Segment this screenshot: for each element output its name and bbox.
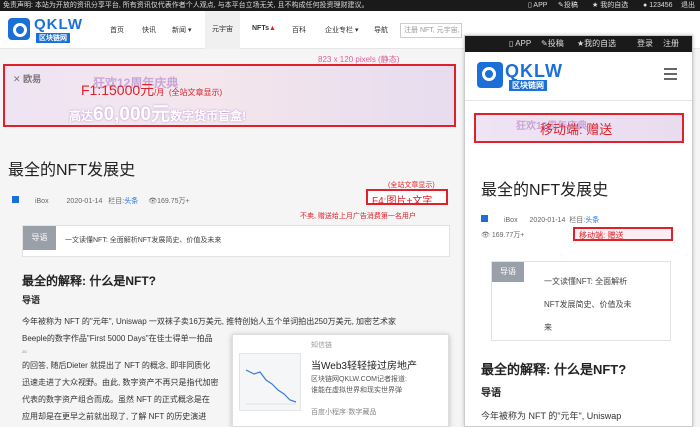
mobile-article-title: 最全的NFT发展史 xyxy=(481,182,609,199)
mobile-view-count: 👁 169.77万+ xyxy=(481,232,525,239)
top-disclaimer-bar: 免责声明: 本站为开放的资讯分享平台, 所有资讯仅代表作者个人观点, 与本平台立… xyxy=(0,0,700,11)
mobile-section-subtitle: 导语 xyxy=(481,388,501,399)
mobile-body-line: 今年被称为 NFT 的"元年", Uniswap xyxy=(481,411,622,421)
body-line-6: 应用却是在更早之前就出现了, 了解 NFT 的历史演进 xyxy=(22,412,207,421)
column-link[interactable]: 头条 xyxy=(124,198,138,205)
user-menu[interactable]: ● 123456 xyxy=(643,0,673,11)
phone-icon: ▯ xyxy=(528,2,532,9)
related-popup-card[interactable]: 知信链 当Web3轻轻接过房地产 区块链网QKLW.COM记者报道: 谁能在虚拟… xyxy=(232,334,449,427)
mobile-divider xyxy=(465,100,692,101)
mobile-logo-subtitle: 区块链网 xyxy=(509,80,547,91)
mobile-register-link[interactable]: 注册 xyxy=(663,36,679,52)
body-small-mark: 2021 xyxy=(22,349,27,354)
logo-word: QKLW xyxy=(34,16,83,33)
publish-date: 2020-01-14 xyxy=(66,198,103,205)
summary-text: 一文读懂NFT: 全面解析NFT发展简史、价值及未来 xyxy=(65,237,222,244)
post-link[interactable]: ✎投稿 xyxy=(558,0,578,11)
article-summary: 导语 一文读懂NFT: 全面解析NFT发展简史、价值及未来 xyxy=(22,225,450,257)
mobile-post-link[interactable]: ✎投稿 xyxy=(541,36,564,52)
section-title: 最全的解释: 什么是NFT? xyxy=(22,274,156,288)
mobile-logo-icon xyxy=(477,62,503,88)
view-count: 169.75万+ xyxy=(157,198,190,205)
logo-icon xyxy=(8,18,30,40)
brand-logo-icon: ✕ xyxy=(13,74,21,84)
popup-body-line-2: 谁能在虚拟世界和现实世界弹 xyxy=(311,387,402,394)
hot-icon: ▲ xyxy=(268,25,276,32)
logo-subtitle: 区块链网 xyxy=(36,33,70,43)
summary-tag: 导语 xyxy=(23,226,56,250)
mobile-section-title: 最全的解释: 什么是NFT? xyxy=(481,362,627,377)
banner-price: F1:15000元/月 (全站文章显示) xyxy=(81,82,223,98)
menu-icon[interactable] xyxy=(664,68,677,83)
search-input[interactable]: 注册 NFT, 元宇宙, 百科, 导航, 新闻, 元宇宙, 百科 xyxy=(400,23,462,38)
disclaimer-text: 免责声明: 本站为开放的资讯分享平台, 所有资讯仅代表作者个人观点, 与本平台立… xyxy=(3,2,369,9)
mobile-author-avatar-icon xyxy=(481,215,488,222)
f4-ad-slot[interactable]: F4:图片+文字 xyxy=(366,189,448,207)
nav-wiki[interactable]: 百科 xyxy=(292,25,306,35)
mobile-summary-tag: 导语 xyxy=(492,262,524,282)
star-icon: ★ xyxy=(592,2,599,9)
banner-headline: 高达60,000元数字货币盲盒! xyxy=(69,104,247,125)
app-link[interactable]: ▯ APP xyxy=(528,0,547,11)
logout-link[interactable]: 退出 xyxy=(681,0,695,11)
author-name[interactable]: iBox xyxy=(35,198,49,205)
mobile-ad-slot[interactable]: 狂欢12周年庆典 移动端: 赠送 xyxy=(474,113,684,143)
nav-news[interactable]: 新闻 ▾ xyxy=(172,25,191,35)
popup-title: 当Web3轻轻接过房地产 xyxy=(311,361,417,372)
popup-source: 知信链 xyxy=(311,342,332,349)
nav-metaverse[interactable]: 元宇宙 xyxy=(205,11,240,49)
user-icon: ● xyxy=(643,2,648,9)
f4-note: 不卖, 赠送给上月广告消费第一名用户 xyxy=(300,213,416,220)
popup-thumbnail-image xyxy=(239,353,301,411)
my-picks-link[interactable]: ★ 我的自选 xyxy=(592,0,628,11)
eye-icon: 👁 xyxy=(148,198,158,205)
article-meta: iBox 2020-01-14 栏目:头条 👁169.75万+ xyxy=(12,196,190,206)
body-line-4: 迅速走进了大众视野。由此, 数字资产不再只是指代加密 xyxy=(22,378,219,387)
body-line-1: 今年被称为 NFT 的"元年", Uniswap 一双袜子卖16万美元, 推特创… xyxy=(22,317,397,326)
nav-guide[interactable]: 导航 xyxy=(374,25,388,35)
mobile-my-picks-link[interactable]: ★我的自选 xyxy=(577,36,616,52)
mobile-preview: ▯ APP ✎投稿 ★我的自选 登录 注册 QKLW 区块链网 狂欢12周年庆典… xyxy=(464,35,693,427)
top-banner-ad[interactable]: ✕ 欧易 狂欢12周年庆典 F1:15000元/月 (全站文章显示) 高达60,… xyxy=(3,64,456,127)
banner-brand: ✕ 欧易 xyxy=(13,74,42,84)
mobile-topbar: ▯ APP ✎投稿 ★我的自选 登录 注册 xyxy=(465,36,692,52)
section-subtitle: 导语 xyxy=(22,295,41,305)
nav-home[interactable]: 首页 xyxy=(110,25,124,35)
nav-nfts[interactable]: NFTs▲ xyxy=(252,25,276,32)
mobile-summary: 导语 一文读懂NFT: 全面解析 NFT发展简史、价值及未 来 xyxy=(491,261,671,341)
article-title: 最全的NFT发展史 xyxy=(8,162,136,179)
popup-footer: 百度小程序·数字藏品 xyxy=(311,409,377,416)
mobile-login-link[interactable]: 登录 xyxy=(637,36,653,52)
body-line-3: 的回答, 随后Dieter 就提出了 NFT 的概念, 即非同质化 xyxy=(22,361,211,370)
body-line-5: 代表的数字资产组合而成。虽然 NFT 的正式概念是在 xyxy=(22,395,210,404)
mobile-app-link[interactable]: ▯ APP xyxy=(509,36,531,52)
mobile-article-meta: iBox 2020-01-14 栏目:头条 xyxy=(481,215,599,225)
mobile-ad2-slot[interactable]: 移动端: 赠送 xyxy=(573,227,673,241)
popup-body-line-1: 区块链网QKLW.COM记者报道: xyxy=(311,376,407,383)
nav-flash[interactable]: 快讯 xyxy=(142,25,156,35)
body-line-2: Beeple的数字作品"First 5000 Days"在佳士得单一拍品 xyxy=(22,334,213,343)
chart-thumbnail-icon xyxy=(245,369,297,405)
author-avatar-icon xyxy=(12,196,19,203)
nav-company[interactable]: 企业专栏 ▾ xyxy=(325,25,358,35)
mobile-eye-icon: 👁 xyxy=(481,232,490,239)
mobile-logo-word: QKLW xyxy=(505,61,563,81)
